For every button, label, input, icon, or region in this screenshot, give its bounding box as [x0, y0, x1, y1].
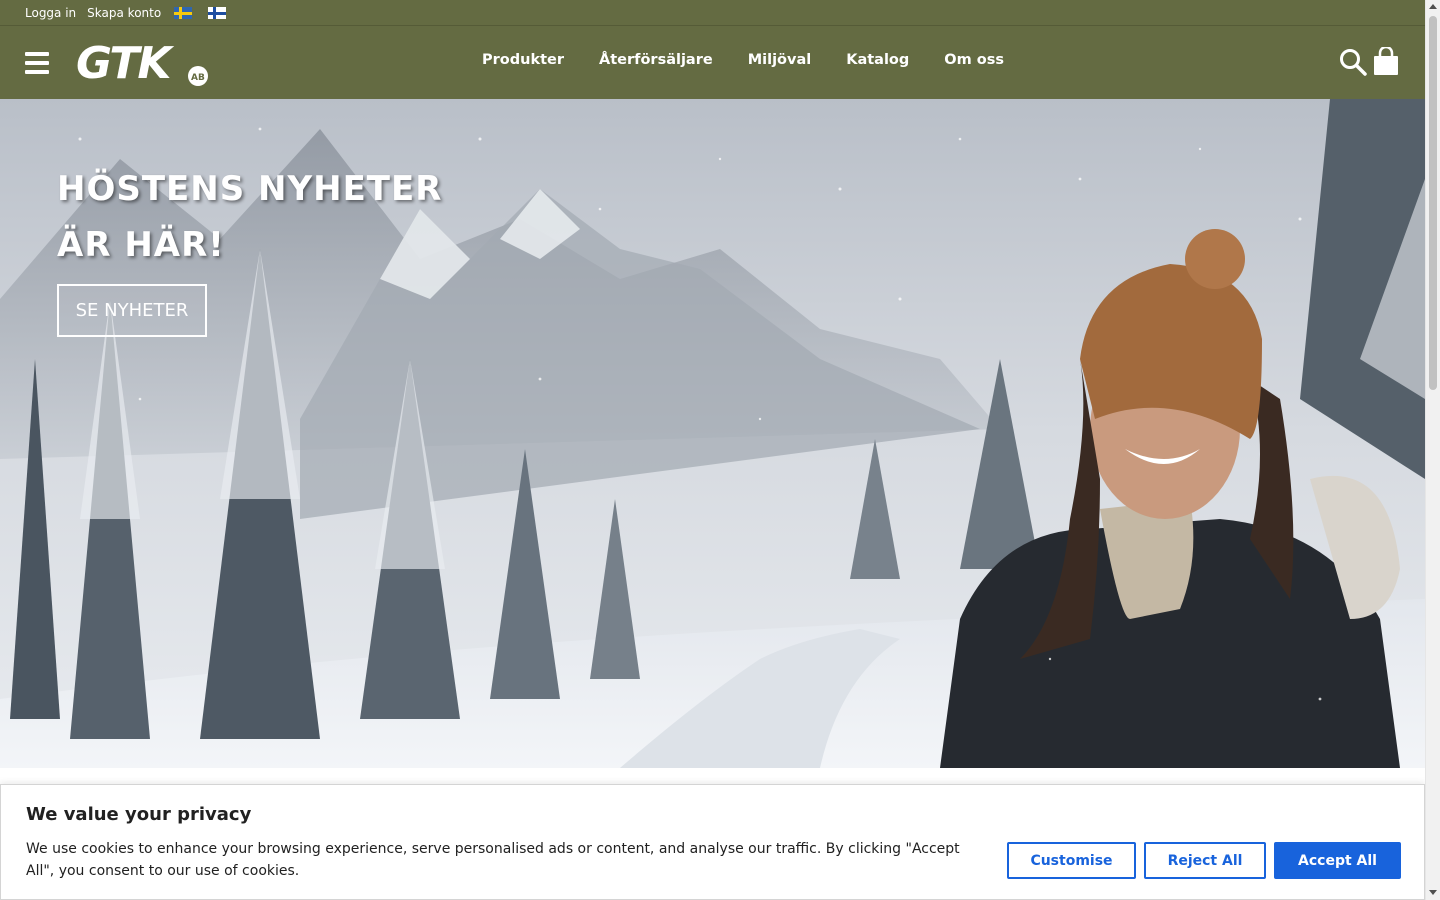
nav-item-miljoval[interactable]: Miljöval [748, 52, 812, 68]
scroll-down-icon[interactable] [1429, 890, 1437, 895]
nav-item-katalog[interactable]: Katalog [846, 52, 909, 68]
page: Logga in Skapa konto GTK AB Produkter Åt… [0, 0, 1425, 900]
accept-all-button[interactable]: Accept All [1274, 842, 1401, 879]
create-account-link[interactable]: Skapa konto [87, 6, 161, 20]
main-header: GTK AB Produkter Återförsäljare Miljöval… [0, 25, 1425, 99]
nav-item-aterforsaljare[interactable]: Återförsäljare [599, 52, 713, 68]
gtk-logo[interactable]: GTK AB [76, 38, 220, 89]
menu-icon[interactable] [25, 52, 49, 74]
hero-title-line-2: ÄR HÄR! [57, 225, 225, 265]
hero-title-line-1: HÖSTENS NYHETER [57, 169, 443, 209]
top-utility-bar: Logga in Skapa konto [0, 0, 1425, 25]
nav-item-produkter[interactable]: Produkter [482, 52, 564, 68]
see-news-button[interactable]: SE NYHETER [57, 284, 207, 337]
swedish-flag-icon[interactable] [174, 6, 193, 19]
finnish-flag-icon[interactable] [208, 6, 227, 19]
scroll-up-icon[interactable] [1429, 4, 1437, 9]
reject-all-button[interactable]: Reject All [1144, 842, 1266, 879]
customise-button[interactable]: Customise [1007, 842, 1136, 879]
cookie-text: We use cookies to enhance your browsing … [26, 841, 960, 879]
main-nav: Produkter Återförsäljare Miljöval Katalo… [482, 52, 1039, 68]
scrollbar-thumb[interactable] [1429, 16, 1437, 390]
logo-sub-text: AB [191, 73, 205, 83]
login-link[interactable]: Logga in [25, 6, 76, 20]
hero-banner: HÖSTENS NYHETER ÄR HÄR! SE NYHETER [0, 99, 1425, 768]
logo-text: GTK [76, 38, 174, 86]
nav-item-om-oss[interactable]: Om oss [944, 52, 1004, 68]
cookie-consent-banner: We value your privacy We use cookies to … [0, 784, 1425, 900]
page-scrollbar[interactable] [1425, 0, 1440, 900]
shopping-bag-icon[interactable] [1372, 45, 1400, 77]
cookie-title: We value your privacy [26, 804, 252, 825]
hero-title: HÖSTENS NYHETER ÄR HÄR! [57, 161, 442, 273]
search-icon[interactable] [1339, 48, 1367, 76]
